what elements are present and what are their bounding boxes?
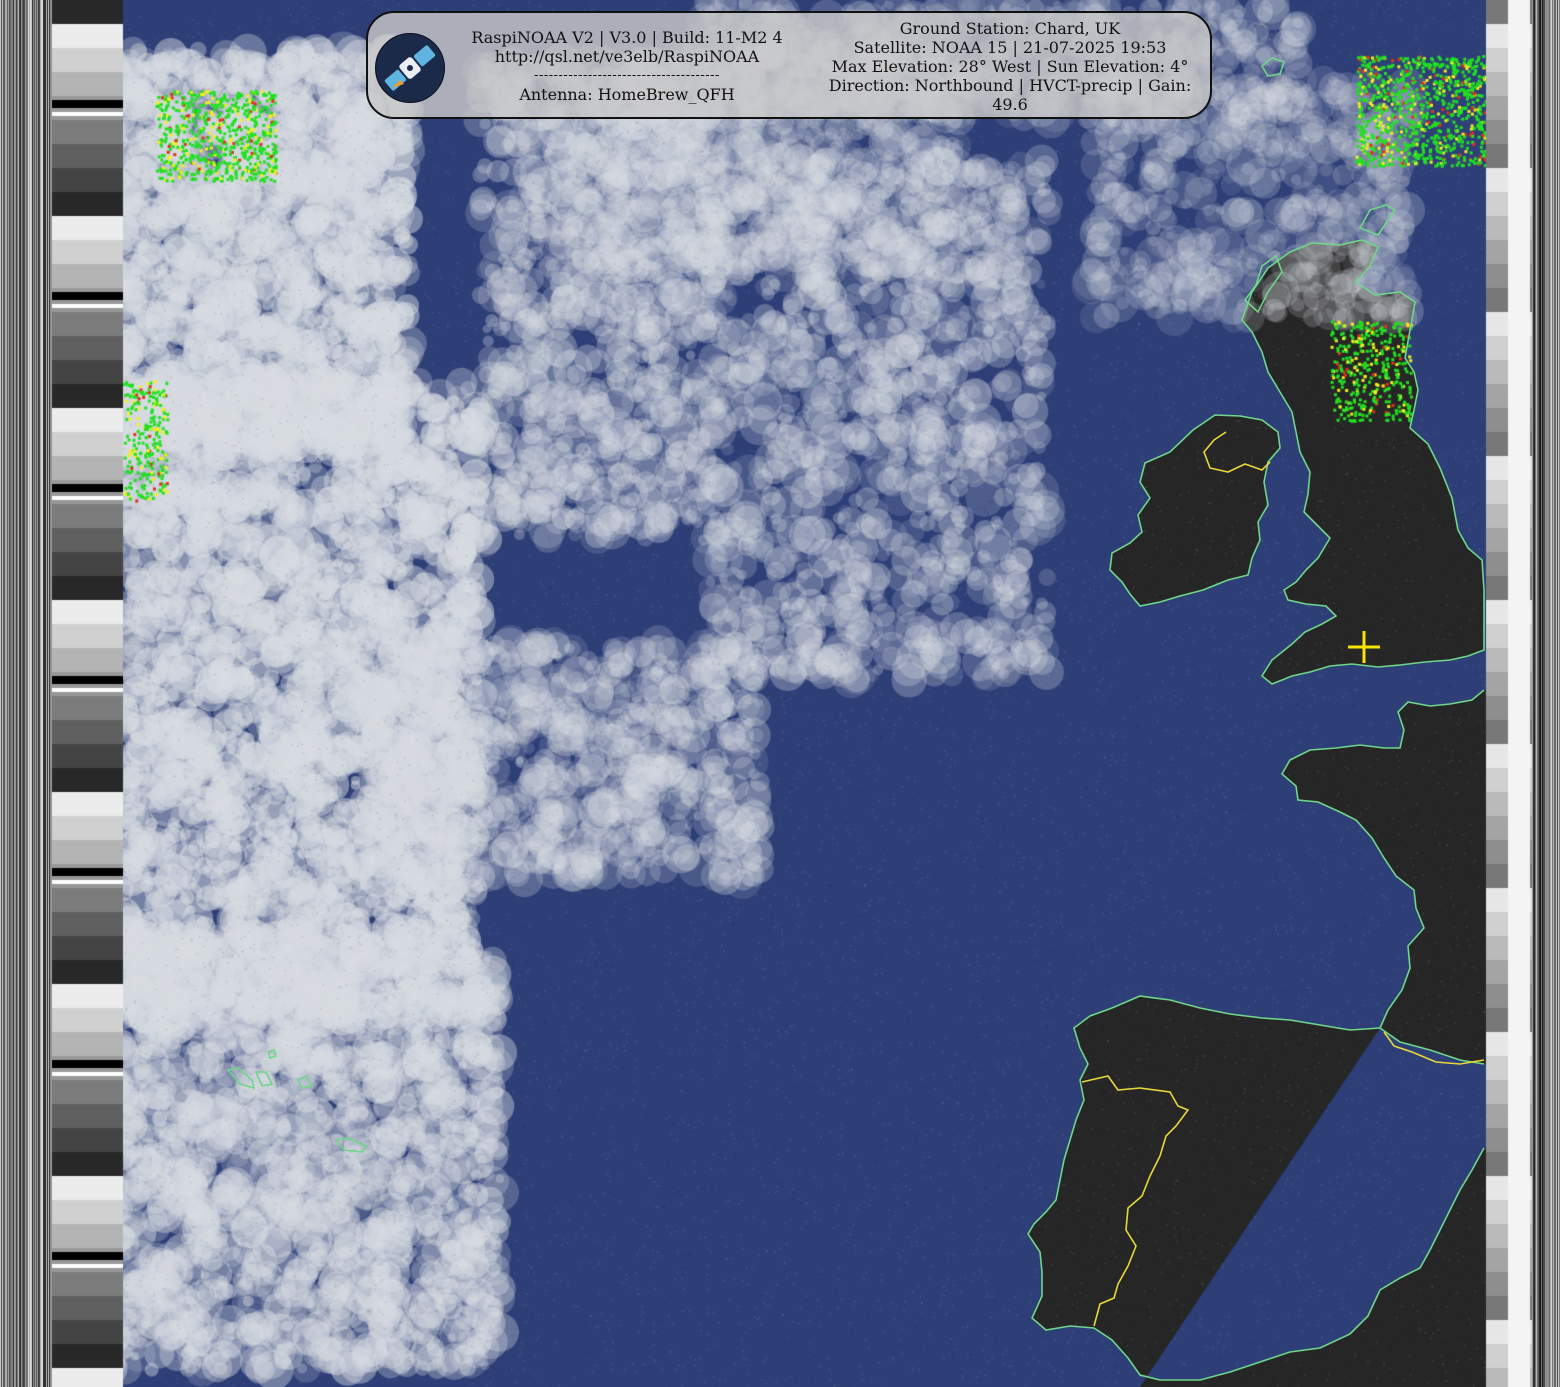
banner-separator: -------------------------------------- (534, 68, 720, 83)
raspinoaa-logo (375, 33, 445, 103)
satellite-icon (384, 45, 436, 91)
info-banner: RaspiNOAA V2 | V3.0 | Build: 11-M2 4 htt… (366, 11, 1212, 119)
ground-station-info: Ground Station: Chard, UK (899, 19, 1121, 38)
antenna-info: Antenna: HomeBrew_QFH (519, 85, 735, 104)
software-version: RaspiNOAA V2 | V3.0 | Build: 11-M2 4 (471, 28, 783, 47)
banner-right-column: Ground Station: Chard, UK Satellite: NOA… (820, 19, 1200, 114)
direction-info: Direction: Northbound | HVCT-precip | Ga… (828, 76, 1192, 114)
satellite-image-viewer: RaspiNOAA V2 | V3.0 | Build: 11-M2 4 htt… (0, 0, 1560, 1387)
satellite-info: Satellite: NOAA 15 | 21-07-2025 19:53 (853, 38, 1167, 57)
elevation-info: Max Elevation: 28° West | Sun Elevation:… (831, 57, 1189, 76)
banner-left-column: RaspiNOAA V2 | V3.0 | Build: 11-M2 4 htt… (458, 28, 796, 104)
project-url: http://qsl.net/ve3elb/RaspiNOAA (494, 47, 760, 66)
noaa-apt-image (0, 0, 1560, 1387)
